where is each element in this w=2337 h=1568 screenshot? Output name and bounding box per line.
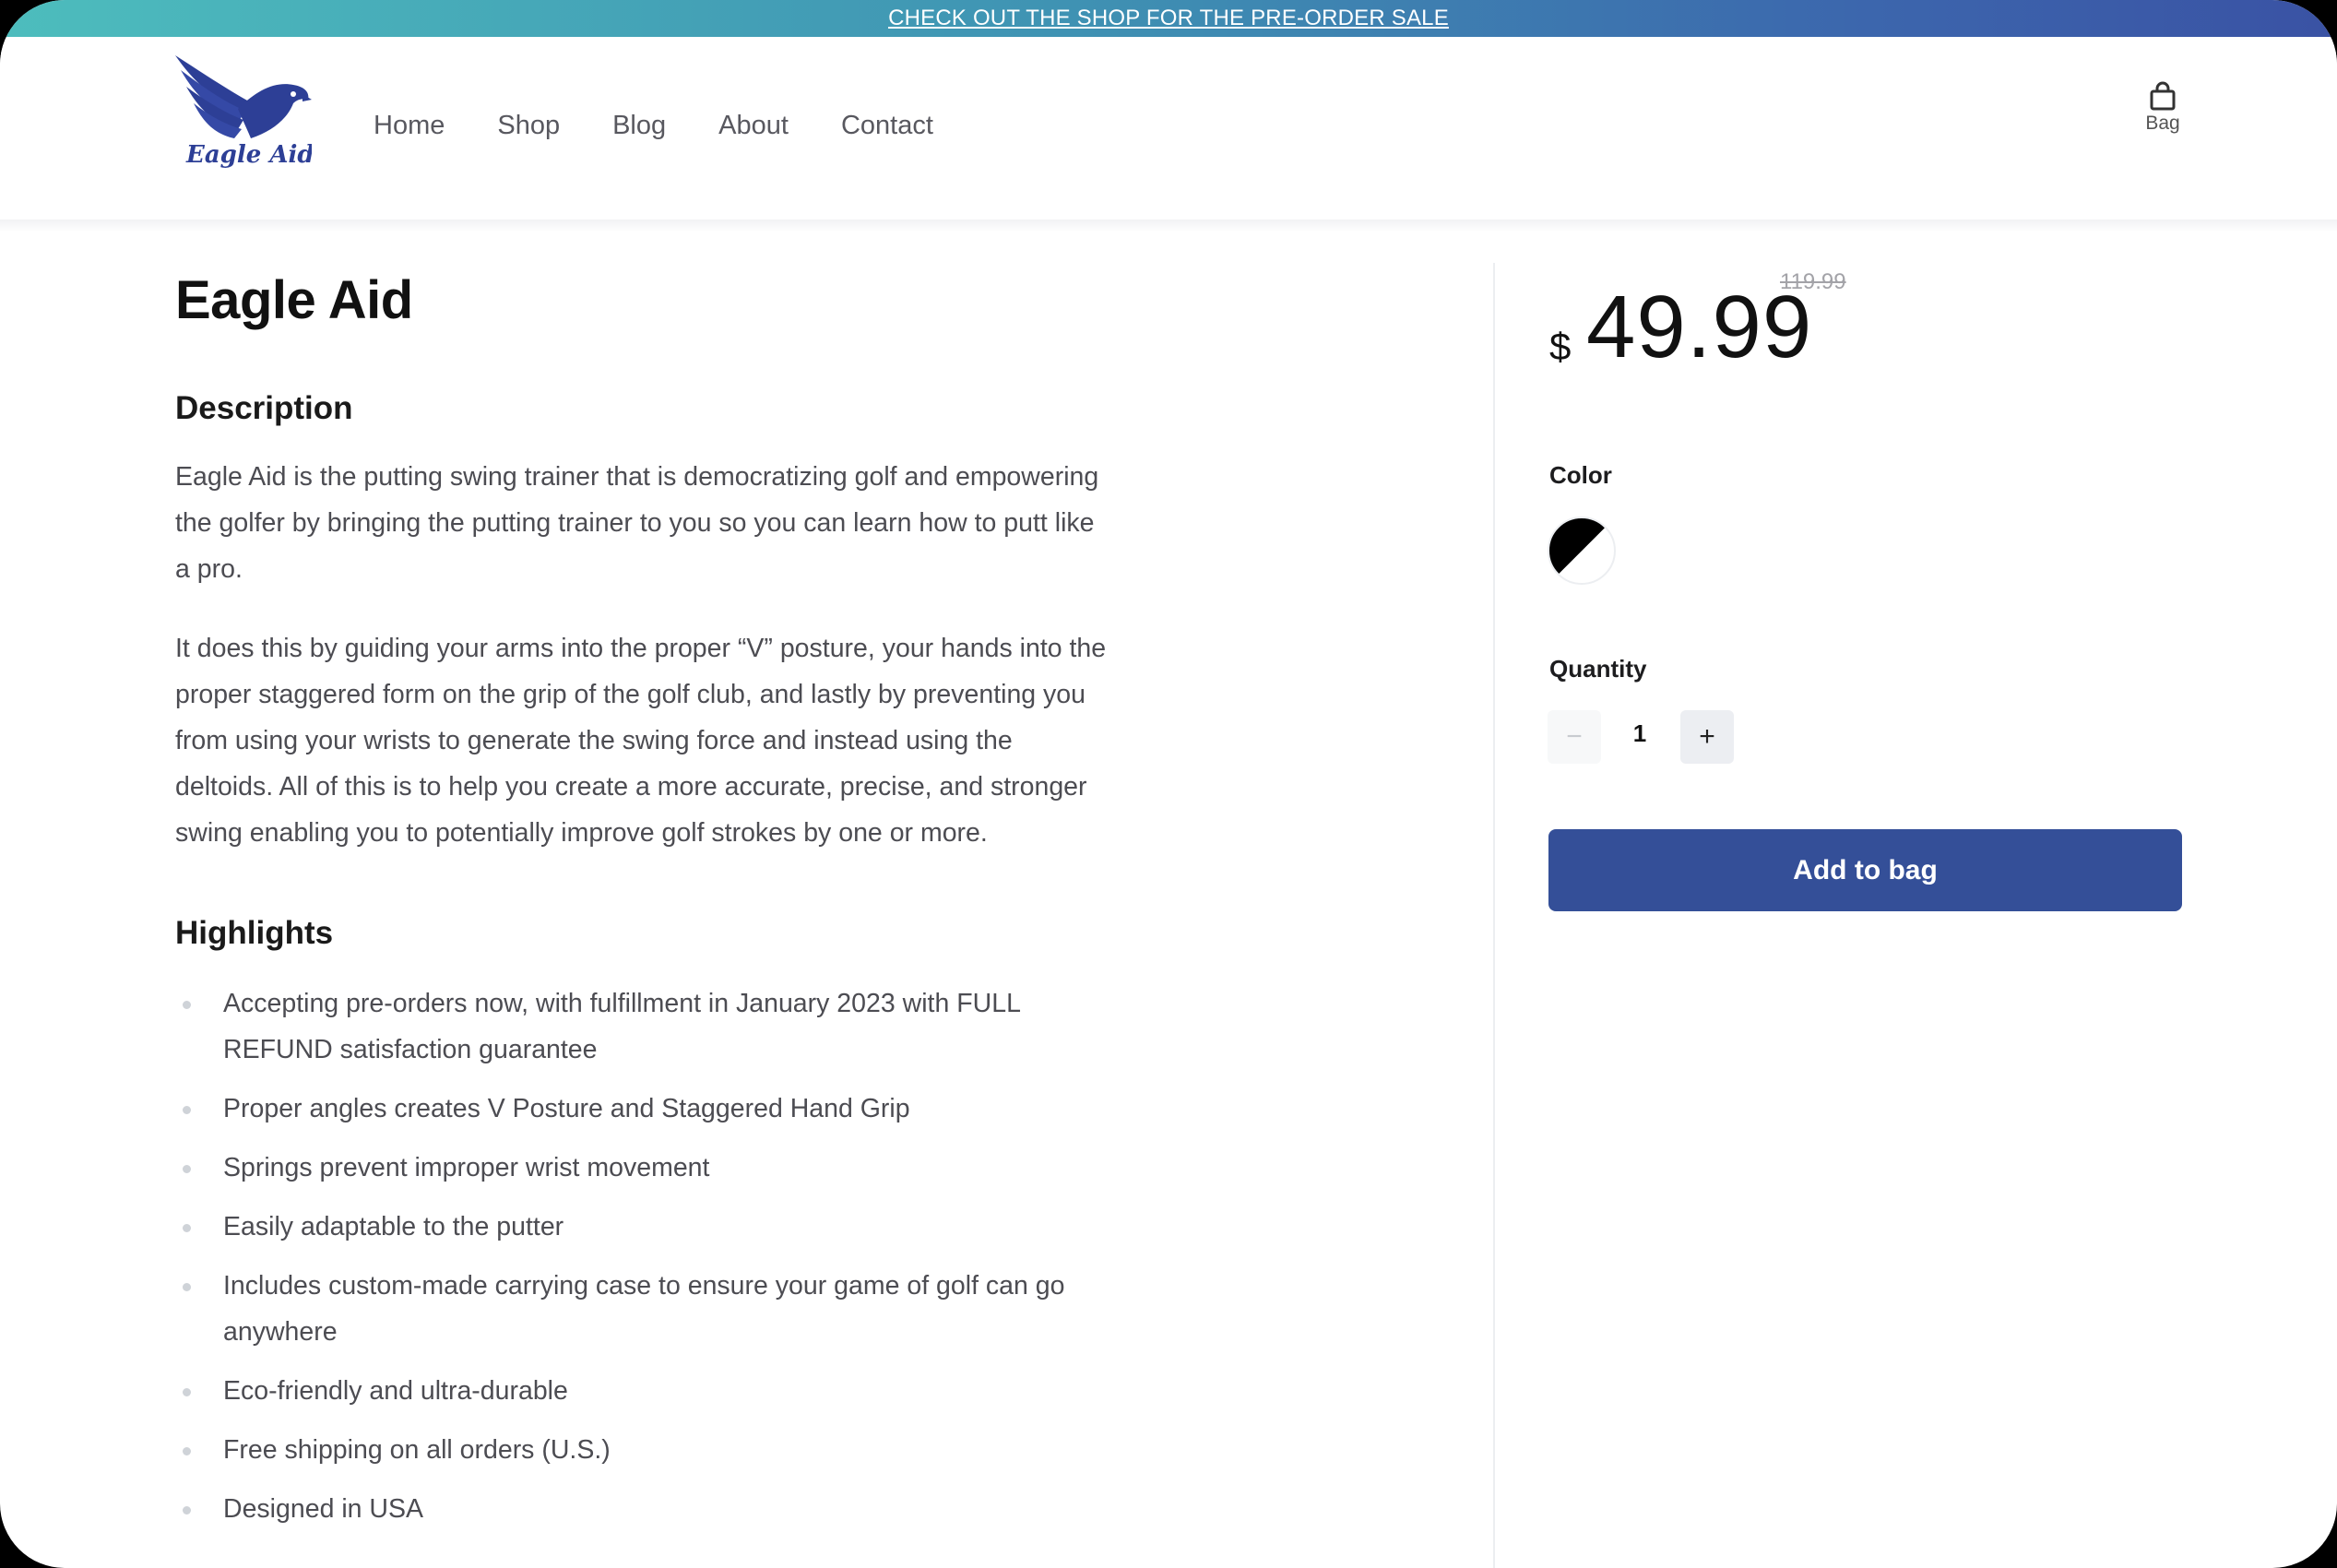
description-paragraph-2: It does this by guiding your arms into t… — [175, 634, 1107, 848]
list-item: Springs prevent improper wrist movement — [175, 1145, 1116, 1191]
quantity-value[interactable]: 1 — [1612, 719, 1667, 748]
list-item: Free shipping on all orders (U.S.) — [175, 1427, 1116, 1473]
color-label: Color — [1549, 461, 1612, 489]
list-item: Designed in USA — [175, 1486, 1116, 1532]
add-to-bag-button[interactable]: Add to bag — [1548, 829, 2182, 911]
announcement-bar: CHECK OUT THE SHOP FOR THE PRE-ORDER SAL… — [0, 0, 2337, 37]
logo-wordmark: Eagle Aid — [185, 141, 312, 169]
announcement-link[interactable]: CHECK OUT THE SHOP FOR THE PRE-ORDER SAL… — [888, 6, 1449, 31]
list-item: Easily adaptable to the putter — [175, 1204, 1116, 1250]
bag-button[interactable]: Bag — [2130, 81, 2195, 135]
quantity-increase-button[interactable]: + — [1680, 710, 1734, 764]
header-divider — [0, 220, 2337, 232]
currency-symbol: $ — [1549, 325, 1572, 368]
bag-label: Bag — [2145, 113, 2180, 134]
eagle-aid-logo[interactable]: Eagle Aid — [173, 53, 314, 172]
nav-contact[interactable]: Contact — [841, 111, 933, 141]
color-swatch-black-white[interactable] — [1548, 517, 1616, 585]
current-price: 49.99 — [1586, 278, 1813, 376]
original-price: 119.99 — [1780, 269, 1846, 294]
nav-about[interactable]: About — [718, 111, 789, 141]
list-item: Accepting pre-orders now, with fulfillme… — [175, 980, 1116, 1073]
description-paragraph-1: Eagle Aid is the putting swing trainer t… — [175, 462, 1099, 584]
highlights-list: Accepting pre-orders now, with fulfillme… — [175, 980, 1116, 1545]
quantity-label: Quantity — [1549, 655, 1647, 683]
product-title: Eagle Aid — [175, 270, 413, 330]
nav-home[interactable]: Home — [374, 111, 445, 141]
shopping-bag-icon — [2150, 81, 2176, 111]
column-divider — [1493, 263, 1495, 1568]
list-item: Proper angles creates V Posture and Stag… — [175, 1086, 1116, 1132]
list-item: Eco-friendly and ultra-durable — [175, 1368, 1116, 1414]
nav-shop[interactable]: Shop — [497, 111, 560, 141]
browser-page: CHECK OUT THE SHOP FOR THE PRE-ORDER SAL… — [0, 0, 2337, 1568]
site-header: Eagle Aid Home Shop Blog About Contact B… — [0, 37, 2337, 221]
highlights-heading: Highlights — [175, 915, 334, 951]
nav-blog[interactable]: Blog — [612, 111, 666, 141]
main-nav: Home Shop Blog About Contact — [374, 111, 933, 141]
list-item: Includes custom-made carrying case to en… — [175, 1263, 1116, 1355]
quantity-decrease-button[interactable]: − — [1548, 710, 1601, 764]
description-heading: Description — [175, 390, 353, 426]
